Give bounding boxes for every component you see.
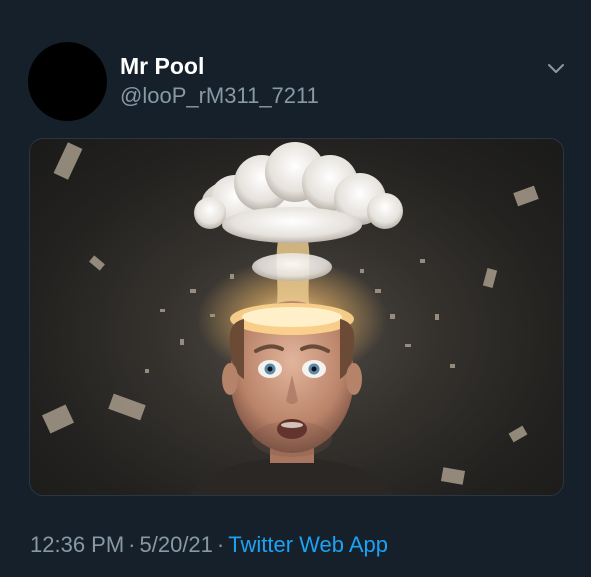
mind-blown-photo bbox=[41, 142, 539, 495]
tweet-time[interactable]: 12:36 PM bbox=[30, 532, 124, 557]
chevron-down-icon[interactable] bbox=[543, 58, 569, 78]
avatar[interactable] bbox=[28, 42, 107, 121]
tweet-detail-screen: Mr Pool @looP_rM311_7211 12:36 PM · 5/20… bbox=[0, 0, 591, 577]
user-handle[interactable]: @looP_rM311_7211 bbox=[120, 83, 319, 109]
tweet-timestamp-row: 12:36 PM · 5/20/21 · Twitter Web App bbox=[30, 532, 388, 558]
separator-dot: · bbox=[128, 532, 136, 557]
tweet-date[interactable]: 5/20/21 bbox=[140, 532, 213, 557]
tweet-source-link[interactable]: Twitter Web App bbox=[228, 532, 388, 557]
separator-dot: · bbox=[216, 532, 225, 557]
tweet-media-image[interactable] bbox=[29, 138, 564, 496]
display-name[interactable]: Mr Pool bbox=[120, 53, 204, 80]
previous-tweet-text-partial bbox=[28, 0, 498, 6]
